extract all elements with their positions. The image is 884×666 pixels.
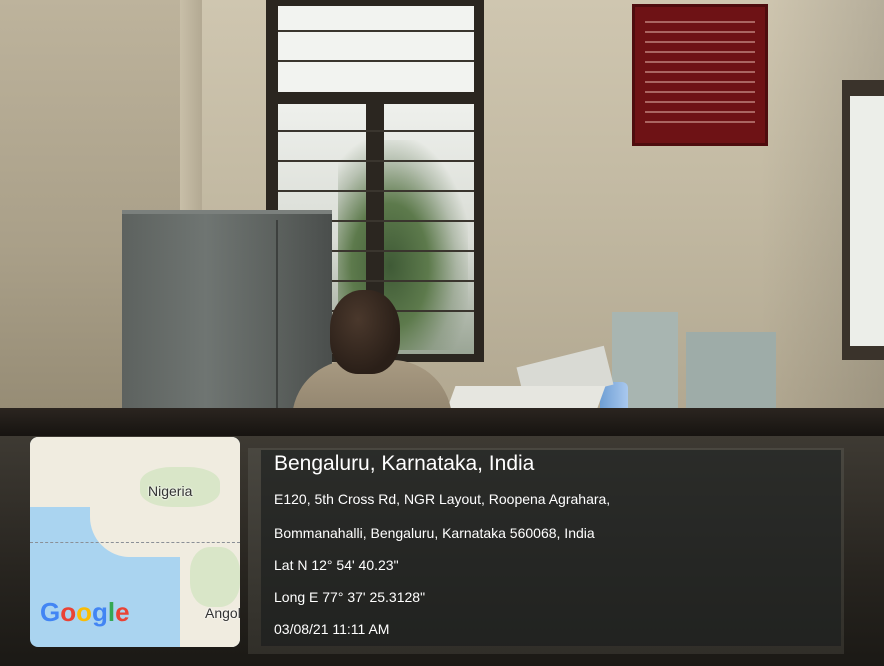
address-line-1: E120, 5th Cross Rd, NGR Layout, Roopena … bbox=[274, 491, 611, 507]
google-logo: Google bbox=[40, 597, 130, 627]
location-title: Bengaluru, Karnataka, India bbox=[274, 452, 535, 475]
steel-cabinet bbox=[122, 214, 332, 414]
timestamp: 03/08/21 11:11 AM bbox=[274, 621, 390, 637]
notice-board bbox=[632, 4, 768, 146]
map-label-angola: Angol bbox=[205, 605, 240, 621]
address-line-2: Bommanahalli, Bengaluru, Karnataka 56006… bbox=[274, 525, 595, 541]
map-label-nigeria: Nigeria bbox=[148, 483, 193, 499]
person-head bbox=[330, 290, 400, 374]
geotag-panel bbox=[261, 450, 841, 646]
longitude: Long E 77° 37' 25.3128" bbox=[274, 589, 426, 605]
window-upper-pane bbox=[278, 6, 474, 92]
desk-edge bbox=[0, 408, 884, 438]
latitude: Lat N 12° 54' 40.23" bbox=[274, 557, 399, 573]
location-map: Nigeria Angol Google bbox=[30, 437, 240, 647]
